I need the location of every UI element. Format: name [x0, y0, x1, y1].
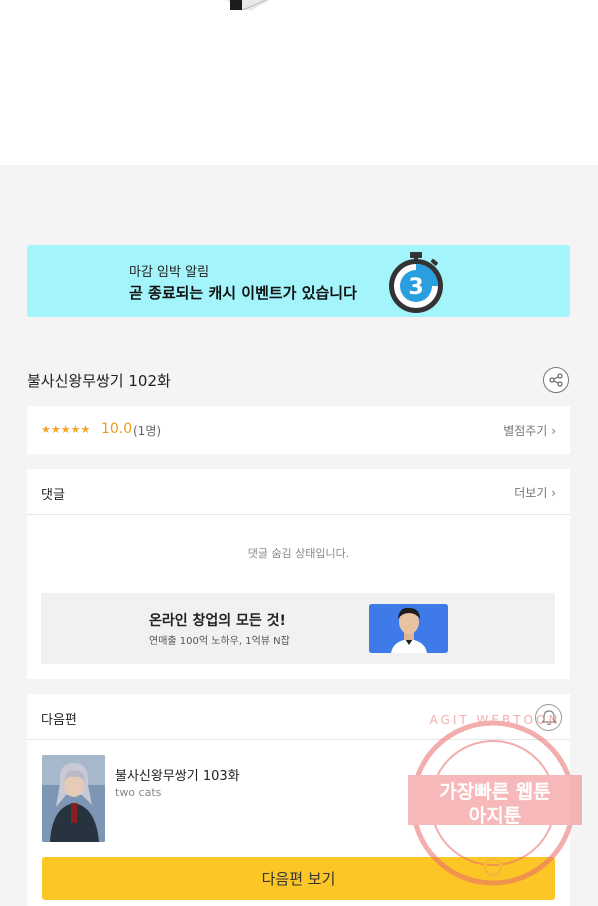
next-heading: 다음편 [41, 713, 77, 728]
divider [27, 739, 570, 740]
content-area-top [0, 0, 598, 165]
banner-title: 곧 종료되는 캐시 이벤트가 있습니다 [129, 284, 357, 302]
next-episode-card: 다음편 불사신왕무쌍기 103화 two cats 다음편 보기 [27, 694, 570, 906]
rating-card: ★★★★★ 10.0 (1명) 별점주기 › [27, 406, 570, 454]
chevron-right-icon: › [551, 486, 556, 500]
timer-number: 3 [408, 275, 423, 300]
divider [27, 514, 570, 515]
next-episode-button[interactable]: 다음편 보기 [42, 857, 555, 900]
next-episode-author: two cats [115, 786, 162, 799]
ad-portrait-image [369, 604, 448, 653]
stopwatch-icon: 3 [389, 252, 443, 313]
chevron-right-icon: › [551, 424, 556, 438]
more-label: 더보기 [514, 486, 548, 500]
notify-button[interactable] [535, 704, 562, 731]
comments-card: 댓글 더보기 › 댓글 숨김 상태입니다. 온라인 창업의 모든 것! 연매출 … [27, 469, 570, 679]
banner-subtitle: 마감 임박 알림 [129, 265, 210, 280]
rate-button[interactable]: 별점주기 › [503, 422, 556, 439]
comments-hidden-message: 댓글 숨김 상태입니다. [247, 547, 350, 560]
next-episode-thumbnail[interactable] [42, 755, 105, 842]
rating-count: (1명) [133, 424, 162, 438]
comments-heading: 댓글 [41, 488, 65, 503]
episode-title: 불사신왕무쌍기 102화 [27, 372, 171, 390]
ad-subtitle: 연매출 100억 노하우, 1억뷰 N잡 [149, 636, 290, 647]
bell-icon [541, 710, 557, 726]
comments-more-link[interactable]: 더보기 › [514, 484, 556, 501]
rating-stars: ★★★★★ [41, 423, 91, 436]
cash-event-banner[interactable]: 마감 임박 알림 곧 종료되는 캐시 이벤트가 있습니다 3 [27, 245, 570, 317]
ad-title: 온라인 창업의 모든 것! [149, 613, 286, 629]
rate-label: 별점주기 [503, 424, 548, 438]
next-episode-title[interactable]: 불사신왕무쌍기 103화 [115, 765, 240, 784]
share-button[interactable] [543, 367, 569, 393]
ad-banner[interactable]: 온라인 창업의 모든 것! 연매출 100억 노하우, 1억뷰 N잡 [41, 593, 555, 664]
cropped-illustration [226, 0, 270, 11]
share-icon [549, 373, 563, 387]
rating-score: 10.0 [101, 421, 133, 437]
